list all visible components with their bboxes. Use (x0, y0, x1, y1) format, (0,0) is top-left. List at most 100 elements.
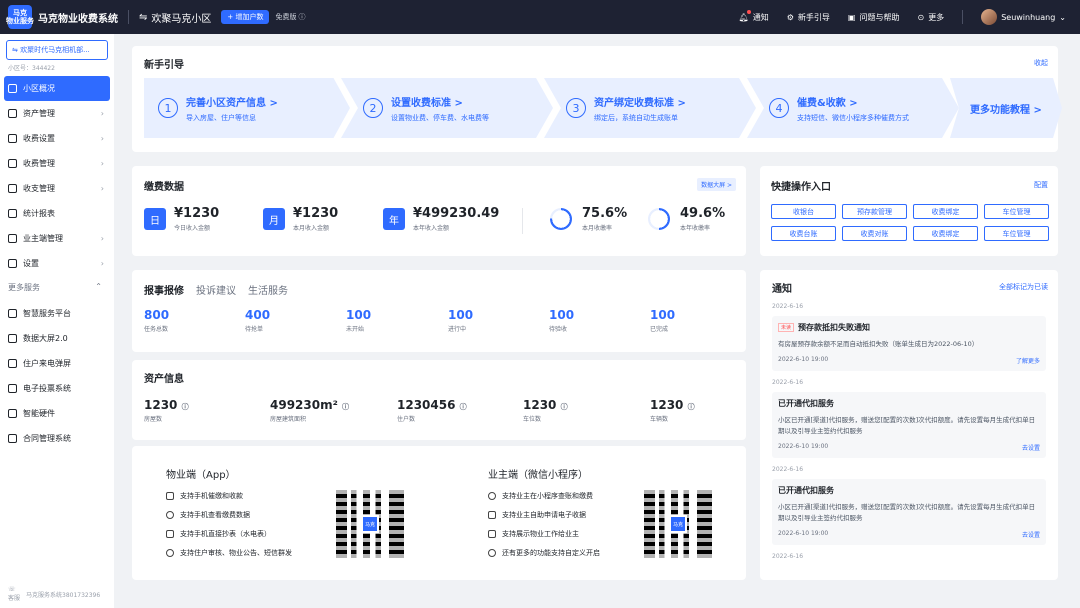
count-label: 未开始 (346, 326, 365, 333)
count-not-started[interactable]: 100 未开始 (346, 308, 371, 333)
collapse-link[interactable]: 收起 (1034, 58, 1048, 68)
property-app-panel: 物业端（App） 支持手机催缴和收款 支持手机查看缴费数据 支持手机直接抄表（水… (166, 466, 292, 567)
learn-more-link[interactable]: 了解更多 (1016, 356, 1040, 365)
feature-item: 支持住户审核、物业公告、短信群发 (166, 548, 292, 558)
guide-title: 新手引导 (144, 60, 184, 71)
guide-step-3[interactable]: 3 资产绑定收费标准 > 绑定后，系统自动生成账单 (544, 78, 756, 138)
divider (962, 10, 964, 24)
sidebar-item-label: 业主端管理 (23, 234, 63, 243)
sidebar-item-voting[interactable]: 电子投票系统 (0, 376, 114, 401)
sidebar-item-smart-platform[interactable]: 智慧服务平台 (0, 301, 114, 326)
help-label: 问题与帮助 (859, 12, 900, 22)
sidebar-item-assets[interactable]: 资产管理 › (0, 101, 114, 126)
more-button[interactable]: ⊙ 更多 (917, 12, 944, 23)
sidebar-item-fee-management[interactable]: 收费管理 › (0, 151, 114, 176)
configure-link[interactable]: 配置 (1034, 180, 1048, 190)
rate-month: 75.6% 本月收缴率 (550, 206, 627, 232)
eye-icon (488, 492, 496, 500)
fee-binding-button[interactable]: 收费绑定 (913, 204, 978, 219)
mark-all-read-link[interactable]: 全部标记为已读 (999, 282, 1048, 292)
count-pending-check[interactable]: 100 待验收 (549, 308, 574, 333)
rate-ring (648, 208, 670, 230)
notice-item-title: 预存款抵扣失败通知 (798, 323, 871, 332)
notice-item[interactable]: 已开通代扣服务 小区已开通[渠道]代扣服务，赠送您[配置的次数]次代扣额度。请先… (772, 479, 1046, 545)
app-logo[interactable]: 马克 物业服务 (6, 5, 34, 29)
sidebar-item-settings[interactable]: 设置 › (0, 251, 114, 276)
more-icon (488, 549, 496, 557)
guide-step-4[interactable]: 4 催费&收款 > 支持短信、微信小程序多种催费方式 (747, 78, 959, 138)
sidebar-item-hardware[interactable]: 智能硬件 (0, 401, 114, 426)
rate-ring (550, 208, 572, 230)
user-menu[interactable]: Seuwinhuang ⌄ (981, 9, 1066, 25)
count-value: 100 (650, 308, 676, 322)
info-icon[interactable]: ⓘ (342, 403, 349, 411)
help-button[interactable]: ▣ 问题与帮助 (848, 12, 900, 23)
prepaid-button[interactable]: 预存款管理 (842, 204, 907, 219)
feature-label: 支持展示物业工作给业主 (502, 530, 579, 538)
username: Seuwinhuang (1001, 12, 1056, 22)
sidebar-item-data-screen[interactable]: 数据大屏2.0 (0, 326, 114, 351)
stat-label: 本月收入金额 (293, 225, 330, 232)
sidebar-item-income-expense[interactable]: 收支管理 › (0, 176, 114, 201)
asset-value: 1230 (650, 398, 684, 412)
fee-binding-button-2[interactable]: 收费绑定 (913, 226, 978, 241)
payment-title: 缴费数据 (144, 182, 184, 193)
guide-button[interactable]: ⚙ 新手引导 (787, 12, 830, 23)
parking-button[interactable]: 车位管理 (984, 204, 1049, 219)
community-switcher[interactable]: ⇋ 欢聚马克小区 (139, 10, 211, 25)
go-settings-link[interactable]: 去设置 (1022, 530, 1040, 539)
step-number: 4 (769, 98, 789, 118)
sidebar-item-contracts[interactable]: 合同管理系统 (0, 426, 114, 451)
count-total[interactable]: 800 任务总数 (144, 308, 169, 333)
notice-item[interactable]: 未读 预存款抵扣失败通知 有房屋预存款余额不足而自动抵扣失败（账单生成日为2022… (772, 316, 1046, 371)
count-completed[interactable]: 100 已完成 (650, 308, 675, 333)
guide-steps: 1 完善小区资产信息 > 导入房屋、住户等信息 2 设置收费标准 > 设置物业费、停… (144, 78, 1062, 138)
notifications-card: 通知 全部标记为已读 2022-6-16 未读 预存款抵扣失败通知 有房屋预存款余… (760, 270, 1058, 580)
home-icon (8, 84, 17, 93)
cashier-button[interactable]: 收银台 (771, 204, 836, 219)
notifications-button[interactable]: 🔔︎ 通知 (739, 9, 769, 23)
tab-life-services[interactable]: 生活服务 (248, 282, 288, 297)
notice-date: 2022-6-16 (772, 379, 804, 386)
add-households-button[interactable]: + 增加户数 (221, 10, 270, 24)
guide-step-2[interactable]: 2 设置收费标准 > 设置物业费、停车费、水电费等 (341, 78, 553, 138)
parking-button-2[interactable]: 车位管理 (984, 226, 1049, 241)
count-in-progress[interactable]: 100 进行中 (448, 308, 473, 333)
support-button[interactable]: ☏ 客服 (8, 586, 20, 602)
fee-reconcile-button[interactable]: 收费对账 (842, 226, 907, 241)
sidebar-item-call-popup[interactable]: 住户来电弹屏 (0, 351, 114, 376)
tab-complaints[interactable]: 投诉建议 (196, 282, 236, 297)
count-pending-grab[interactable]: 400 待抢单 (245, 308, 270, 333)
info-icon[interactable]: ⓘ (460, 403, 467, 411)
step-desc: 导入房屋、住户等信息 (186, 113, 256, 122)
count-label: 已完成 (650, 326, 669, 333)
free-version-badge[interactable]: 免费版 ⓘ (275, 12, 305, 22)
sidebar-item-label: 智能硬件 (23, 409, 55, 418)
notice-date: 2022-6-16 (772, 553, 804, 560)
sidebar-item-overview[interactable]: 小区概况 (4, 76, 110, 101)
data-screen-link[interactable]: 数据大屏 > (697, 178, 736, 191)
community-name: 欢聚马克小区 (151, 13, 212, 25)
go-settings-link[interactable]: 去设置 (1022, 443, 1040, 452)
info-icon[interactable]: ⓘ (688, 403, 695, 411)
asset-houses: 1230 ⓘ 房屋数 (144, 398, 189, 423)
asset-label: 房屋建筑面积 (270, 416, 307, 423)
more-tutorials[interactable]: 更多功能教程 > (950, 78, 1062, 138)
notice-item[interactable]: 已开通代扣服务 小区已开通[渠道]代扣服务，赠送您[配置的次数]次代扣额度。请先… (772, 392, 1046, 458)
chevron-up-icon: ⌃ (95, 282, 102, 291)
chevron-right-icon: › (100, 234, 104, 243)
count-label: 待验收 (549, 326, 568, 333)
org-selector[interactable]: ⇋ 欢聚时代马克相机部... (6, 40, 108, 60)
fee-ledger-button[interactable]: 收费台账 (771, 226, 836, 241)
info-icon[interactable]: ⓘ (182, 403, 189, 411)
tab-repair[interactable]: 报事报修 (144, 282, 184, 297)
qr-logo: 马克 (361, 515, 379, 533)
sidebar-item-fee-settings[interactable]: 收费设置 › (0, 126, 114, 151)
sidebar-item-reports[interactable]: 统计报表 (0, 201, 114, 226)
feature-item: 支持手机催缴和收款 (166, 491, 292, 501)
info-icon[interactable]: ⓘ (561, 403, 568, 411)
asset-value: 499230m² (270, 398, 338, 412)
property-app-title: 物业端（App） (166, 470, 236, 481)
sidebar-item-owner-app[interactable]: 业主端管理 › (0, 226, 114, 251)
guide-step-1[interactable]: 1 完善小区资产信息 > 导入房屋、住户等信息 (144, 78, 350, 138)
